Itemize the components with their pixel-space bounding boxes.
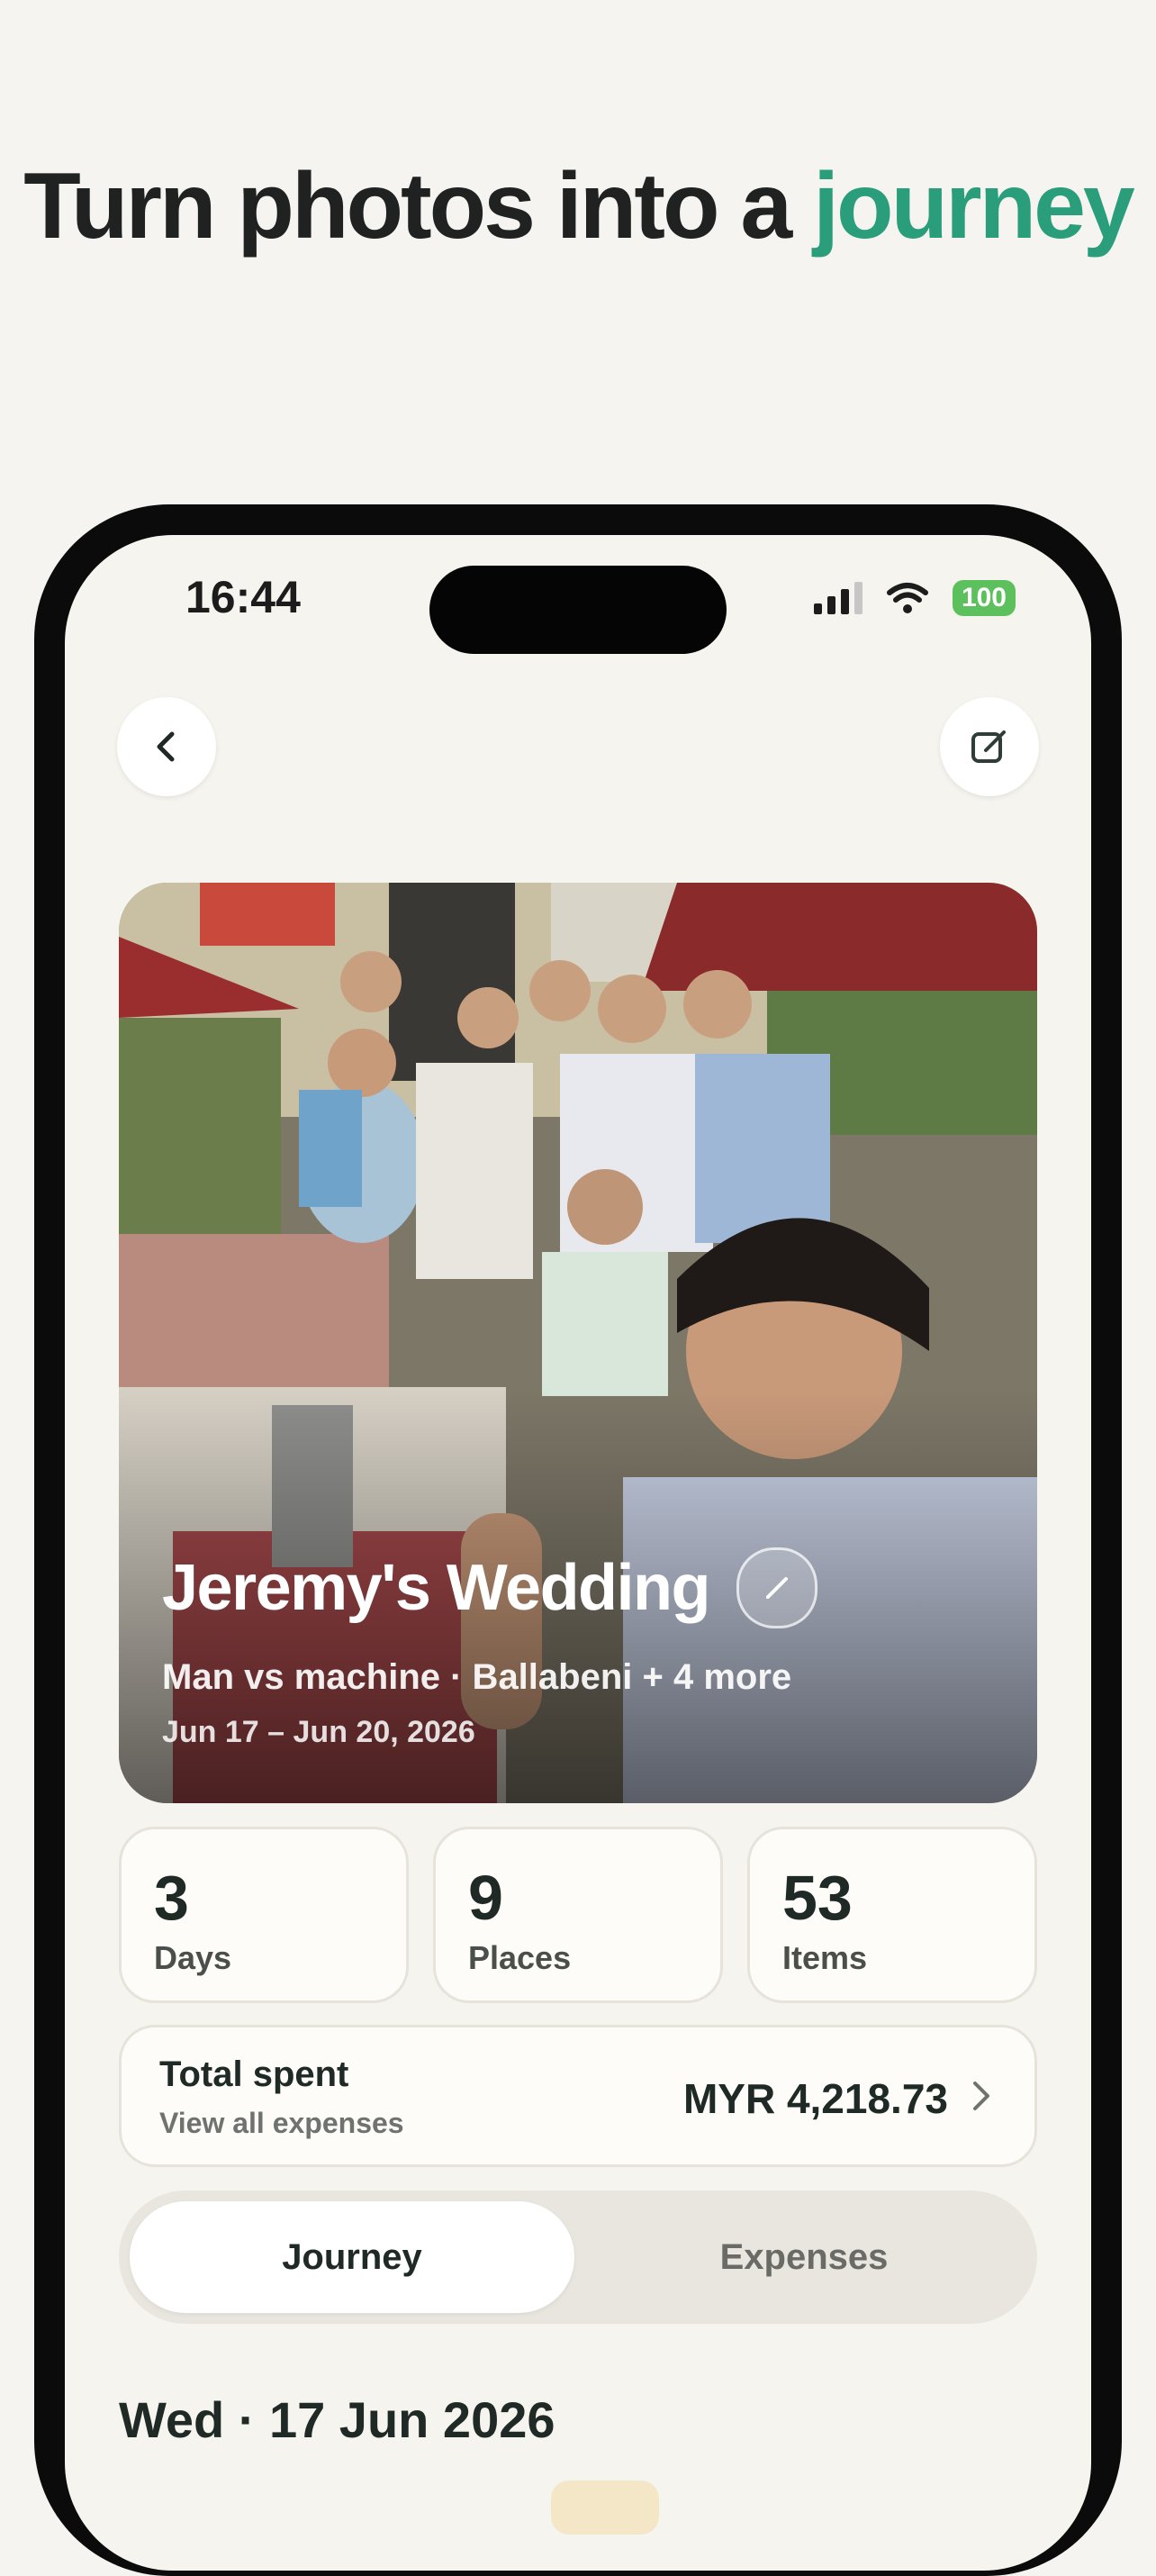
wifi-icon xyxy=(886,583,928,613)
total-spent-title: Total spent xyxy=(159,2054,349,2094)
edit-square-icon xyxy=(971,730,1006,763)
back-button[interactable] xyxy=(117,697,216,796)
dynamic-island xyxy=(429,566,727,654)
chevron-right-icon xyxy=(973,2082,989,2110)
headline: Turn photos into a journey xyxy=(0,153,1156,260)
timeline-item-peek xyxy=(551,2481,659,2535)
signal-icon xyxy=(813,582,862,614)
trip-cover-photo[interactable]: Jeremy's Wedding Man vs machine · Ballab… xyxy=(119,883,1037,1803)
status-time: 16:44 xyxy=(185,572,301,622)
trip-title: Jeremy's Wedding xyxy=(162,1552,711,1624)
edit-trip-button[interactable] xyxy=(940,697,1039,796)
tab-journey[interactable]: Journey xyxy=(130,2201,574,2313)
status-icons: 100 xyxy=(813,580,1016,616)
stat-label: Days xyxy=(154,1939,232,1976)
phone-frame: 16:44 100 Jeremy's Wedding Man vs machin… xyxy=(34,504,1122,2576)
pencil-icon xyxy=(766,1577,789,1599)
stat-label: Items xyxy=(782,1939,868,1976)
total-spent-card[interactable]: Total spent View all expenses MYR 4,218.… xyxy=(119,2025,1037,2167)
trip-subtitle: Man vs machine · Ballabeni + 4 more xyxy=(162,1657,792,1697)
stat-days: 3 Days xyxy=(119,1827,409,2003)
headline-accent: journey xyxy=(813,154,1135,259)
headline-text: Turn photos into a xyxy=(23,154,792,259)
stat-items: 53 Items xyxy=(747,1827,1037,2003)
view-toggle: Journey Expenses xyxy=(119,2191,1037,2324)
battery-indicator: 100 xyxy=(952,580,1016,616)
tab-expenses[interactable]: Expenses xyxy=(582,2201,1026,2313)
trip-title-row: Jeremy's Wedding xyxy=(162,1547,818,1628)
stat-value: 9 xyxy=(468,1863,503,1933)
phone-screen: 16:44 100 Jeremy's Wedding Man vs machin… xyxy=(65,535,1091,2571)
stat-value: 53 xyxy=(782,1863,853,1933)
day-heading: Wed · 17 Jun 2026 xyxy=(119,2391,555,2448)
stat-label: Places xyxy=(468,1939,572,1976)
stat-places: 9 Places xyxy=(433,1827,723,2003)
stat-value: 3 xyxy=(154,1863,189,1933)
chevron-left-icon xyxy=(157,731,175,762)
view-expenses-link[interactable]: View all expenses xyxy=(159,2107,404,2140)
total-spent-amount: MYR 4,218.73 xyxy=(682,2075,948,2122)
trip-dates: Jun 17 – Jun 20, 2026 xyxy=(162,1715,475,1749)
edit-title-button[interactable] xyxy=(736,1547,818,1628)
